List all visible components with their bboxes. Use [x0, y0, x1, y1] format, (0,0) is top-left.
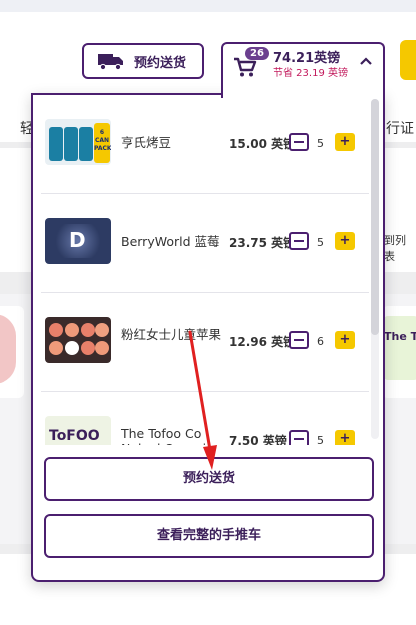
beans-thumbnail: 6 CAN PACK [45, 119, 111, 165]
checkout-delivery-button[interactable]: 预约送货 [44, 457, 374, 501]
decrease-quantity-button[interactable] [289, 232, 309, 250]
decrease-quantity-button[interactable] [289, 331, 309, 349]
tofoo-brand-text: The TOFOO [384, 330, 416, 343]
apples-thumbnail [45, 317, 111, 363]
item-price: 15.00 英镑 [229, 137, 296, 151]
bg-nav-fragment-right: 行证 [386, 121, 414, 137]
increase-quantity-button[interactable]: + [335, 430, 355, 445]
book-delivery-button[interactable]: 预约送货 [82, 43, 204, 79]
view-full-cart-button[interactable]: 查看完整的手推车 [44, 514, 374, 558]
ham-image [0, 314, 16, 384]
blueberries-thumbnail: D [45, 218, 111, 264]
item-quantity: 5 [317, 137, 324, 150]
cart-item: 粉红女士儿童苹果 12.96 英镑 6 + [41, 293, 369, 392]
chevron-up-icon[interactable] [359, 56, 373, 66]
item-quantity: 5 [317, 236, 324, 249]
scrollbar-thumb[interactable] [371, 99, 379, 335]
book-delivery-label: 预约送货 [134, 55, 187, 71]
item-quantity: 5 [317, 434, 324, 445]
truck-icon [98, 54, 123, 70]
item-name: 亨氏烤豆 [121, 135, 172, 150]
cart-item: ToFOO The Tofoo Co Naked Organic 无 7.50 … [41, 392, 369, 445]
cart-list-scrollbar[interactable] [371, 99, 379, 439]
item-name: 粉红女士儿童苹果 [121, 327, 222, 342]
increase-quantity-button[interactable]: + [335, 232, 355, 250]
cart-item: 6 CAN PACK 亨氏烤豆 15.00 英镑 5 + [41, 95, 369, 194]
top-strip [0, 0, 416, 12]
cart-savings: 节省 23.19 英镑 [273, 68, 348, 79]
cart-summary-tab[interactable]: 26 74.21英镑 节省 23.19 英镑 [221, 42, 385, 98]
tofoo-thumbnail: ToFOO [45, 416, 111, 445]
cart-dropdown-panel: 6 CAN PACK 亨氏烤豆 15.00 英镑 5 + D BerryWorl… [31, 93, 385, 582]
increase-quantity-button[interactable]: + [335, 133, 355, 151]
yellow-tab[interactable] [400, 40, 416, 80]
item-name: The Tofoo Co Naked Organic 无 [121, 426, 213, 445]
bg-product-card-left[interactable] [0, 306, 24, 398]
cart-count-badge: 26 [245, 47, 269, 60]
cart-item-list: 6 CAN PACK 亨氏烤豆 15.00 英镑 5 + D BerryWorl… [33, 95, 369, 445]
item-price: 7.50 英镑 [229, 434, 287, 445]
item-quantity: 6 [317, 335, 324, 348]
item-price: 23.75 英镑 [229, 236, 296, 250]
increase-quantity-button[interactable]: + [335, 331, 355, 349]
bg-product-card-right[interactable]: The TOFOO [382, 306, 416, 398]
tofoo-image: The TOFOO [384, 316, 416, 380]
cart-item: D BerryWorld 蓝莓 23.75 英镑 5 + [41, 194, 369, 293]
decrease-quantity-button[interactable] [289, 430, 309, 445]
decrease-quantity-button[interactable] [289, 133, 309, 151]
item-name: BerryWorld 蓝莓 [121, 234, 220, 249]
item-price: 12.96 英镑 [229, 335, 296, 349]
bg-list-link-fragment[interactable]: 到列表 [384, 232, 416, 264]
